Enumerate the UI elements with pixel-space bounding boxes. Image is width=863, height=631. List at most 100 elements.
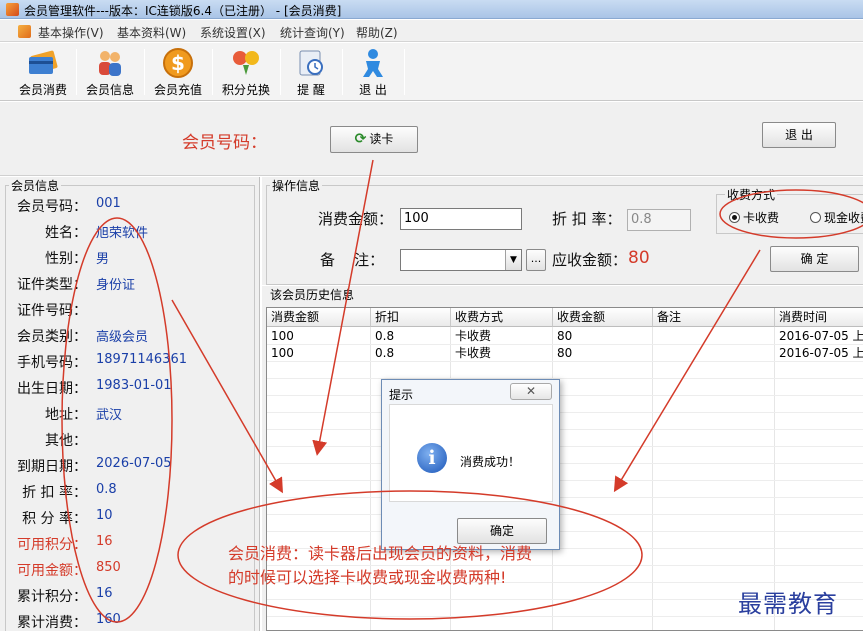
info-icon: i <box>417 443 447 473</box>
receivable-value: 80 <box>628 248 650 268</box>
table-header-cell[interactable]: 消费时间 <box>775 308 863 327</box>
dialog-ok-button[interactable]: 确定 <box>457 518 547 544</box>
member-field-value: 001 <box>96 196 121 211</box>
radio-cash-payment[interactable]: 现金收费 <box>810 209 863 226</box>
member-field-label: 可用积分： <box>17 537 87 553</box>
member-field-row: 证件类型： 身份证 <box>0 274 255 300</box>
toolbar-consume-button[interactable]: 会员消费 <box>14 45 72 99</box>
message-dialog: 提示 ✕ i 消费成功！ 确定 <box>381 379 560 550</box>
member-field-row: 到期日期： 2026-07-05 <box>0 456 255 482</box>
operation-group-label: 操作信息 <box>270 177 323 194</box>
member-field-label: 到期日期： <box>17 459 87 475</box>
member-field-row: 可用金额： 850 <box>0 560 255 586</box>
table-cell: 2016-07-05 上午 <box>779 329 863 343</box>
member-field-row: 会员类别： 高级会员 <box>0 326 255 352</box>
member-field-label: 地址： <box>45 407 87 423</box>
table-cell: 80 <box>557 329 573 343</box>
remark-select[interactable] <box>400 249 522 271</box>
card-consume-icon <box>29 50 58 74</box>
menu-system-settings[interactable]: 系统设置(X) <box>200 24 266 41</box>
app-icon <box>6 3 19 16</box>
read-card-button[interactable]: ⟳ 读卡 <box>330 126 418 153</box>
member-info-group-label: 会员信息 <box>9 177 62 194</box>
member-field-value: 18971146361 <box>96 352 187 367</box>
table-cell: 100 <box>271 346 294 360</box>
member-field-row: 积 分 率： 10 <box>0 508 255 534</box>
member-field-row: 证件号码： <box>0 300 255 326</box>
member-field-value: 旭荣软件 <box>96 226 149 241</box>
member-field-value: 0.8 <box>96 482 117 497</box>
table-cell: 卡收费 <box>455 329 492 343</box>
menu-app-icon <box>18 25 31 38</box>
toolbar-exit-button[interactable]: 退 出 <box>348 45 398 99</box>
watermark-text: 最需教育 <box>738 590 838 618</box>
member-field-value: 身份证 <box>96 278 136 293</box>
menu-statistics[interactable]: 统计查询(Y) <box>280 24 345 41</box>
svg-text:$: $ <box>171 51 185 75</box>
radio-card-payment[interactable]: 卡收费 <box>729 209 779 226</box>
toolbar-recharge-button[interactable]: $ 会员充值 <box>150 45 206 99</box>
member-field-label: 积 分 率： <box>22 511 87 527</box>
dialog-message: 消费成功！ <box>460 455 521 469</box>
table-cell: 2016-07-05 上午 <box>779 346 863 360</box>
table-cell: 80 <box>557 346 573 360</box>
member-field-row: 折 扣 率： 0.8 <box>0 482 255 508</box>
member-field-row: 地址： 武汉 <box>0 404 255 430</box>
member-field-value: 16 <box>96 586 113 601</box>
remark-more-button[interactable]: ... <box>526 249 546 271</box>
exit-button[interactable]: 退 出 <box>762 122 836 148</box>
table-cell <box>653 328 775 345</box>
member-field-label: 累计消费： <box>17 615 87 631</box>
confirm-button[interactable]: 确 定 <box>770 246 859 272</box>
top-form: 会员号码： ⟳ 读卡 退 出 <box>0 102 863 176</box>
menu-help[interactable]: 帮助(Z) <box>356 24 398 41</box>
toolbar: 会员消费 会员信息 $ 会员充值 积分兑换 提 醒 退 出 <box>0 43 863 101</box>
member-field-value: 16 <box>96 534 113 549</box>
member-field-label: 会员类别： <box>17 329 87 345</box>
member-field-row: 其他： <box>0 430 255 456</box>
toolbar-points-exchange-button[interactable]: 积分兑换 <box>218 45 274 99</box>
payment-method-legend: 收费方式 <box>725 186 778 203</box>
menu-basic-data[interactable]: 基本资料(W) <box>117 24 186 41</box>
history-group-label: 该会员历史信息 <box>270 288 355 302</box>
reminder-icon <box>299 50 323 76</box>
gift-exchange-icon <box>233 51 259 75</box>
table-cell: 卡收费 <box>455 346 492 360</box>
table-header-cell[interactable]: 收费方式 <box>451 308 553 327</box>
menu-basic-ops[interactable]: 基本操作(V) <box>38 24 104 41</box>
table-header-cell[interactable]: 收费金额 <box>553 308 653 327</box>
toolbar-reminder-button[interactable]: 提 醒 <box>286 45 336 99</box>
member-field-label: 证件类型： <box>17 277 87 293</box>
member-field-value: 男 <box>96 252 110 267</box>
member-field-value: 160 <box>96 612 121 627</box>
table-header-cell[interactable]: 备注 <box>653 308 775 327</box>
member-field-value: 1983-01-01 <box>96 378 172 393</box>
member-field-label: 姓名： <box>45 225 87 241</box>
receivable-label: 应收金额： <box>552 251 628 269</box>
table-header-cell[interactable]: 消费金额 <box>267 308 371 327</box>
member-field-label: 手机号码： <box>17 355 87 371</box>
close-icon[interactable]: ✕ <box>510 383 552 400</box>
member-field-label: 出生日期： <box>17 381 87 397</box>
toolbar-member-info-button[interactable]: 会员信息 <box>82 45 138 99</box>
discount-input[interactable]: 0.8 <box>627 209 691 231</box>
member-field-value: 850 <box>96 560 121 575</box>
amount-input[interactable]: 100 <box>400 208 522 230</box>
member-field-row: 性别： 男 <box>0 248 255 274</box>
table-cell: 100 <box>271 329 294 343</box>
dialog-body: i 消费成功！ <box>389 404 553 502</box>
member-field-label: 累计积分： <box>17 589 87 605</box>
member-field-row: 会员号码： 001 <box>0 196 255 222</box>
member-field-label: 性别： <box>45 251 87 267</box>
table-header-cell[interactable]: 折扣 <box>371 308 451 327</box>
members-icon <box>99 51 121 76</box>
exit-person-icon <box>363 49 383 77</box>
member-field-label: 会员号码： <box>17 199 87 215</box>
operation-panel: 操作信息 消费金额： 100 折 扣 率： 0.8 收费方式 卡收费 现金收费 … <box>262 177 863 285</box>
member-field-row: 姓名： 旭荣软件 <box>0 222 255 248</box>
remark-label: 备 注： <box>320 251 385 269</box>
chevron-down-icon[interactable]: ▼ <box>505 250 521 270</box>
window-title: 会员管理软件---版本：IC连锁版6.4（已注册） - [会员消费] <box>24 4 342 18</box>
member-field-value: 2026-07-05 <box>96 456 172 471</box>
dollar-coin-icon: $ <box>163 48 193 78</box>
